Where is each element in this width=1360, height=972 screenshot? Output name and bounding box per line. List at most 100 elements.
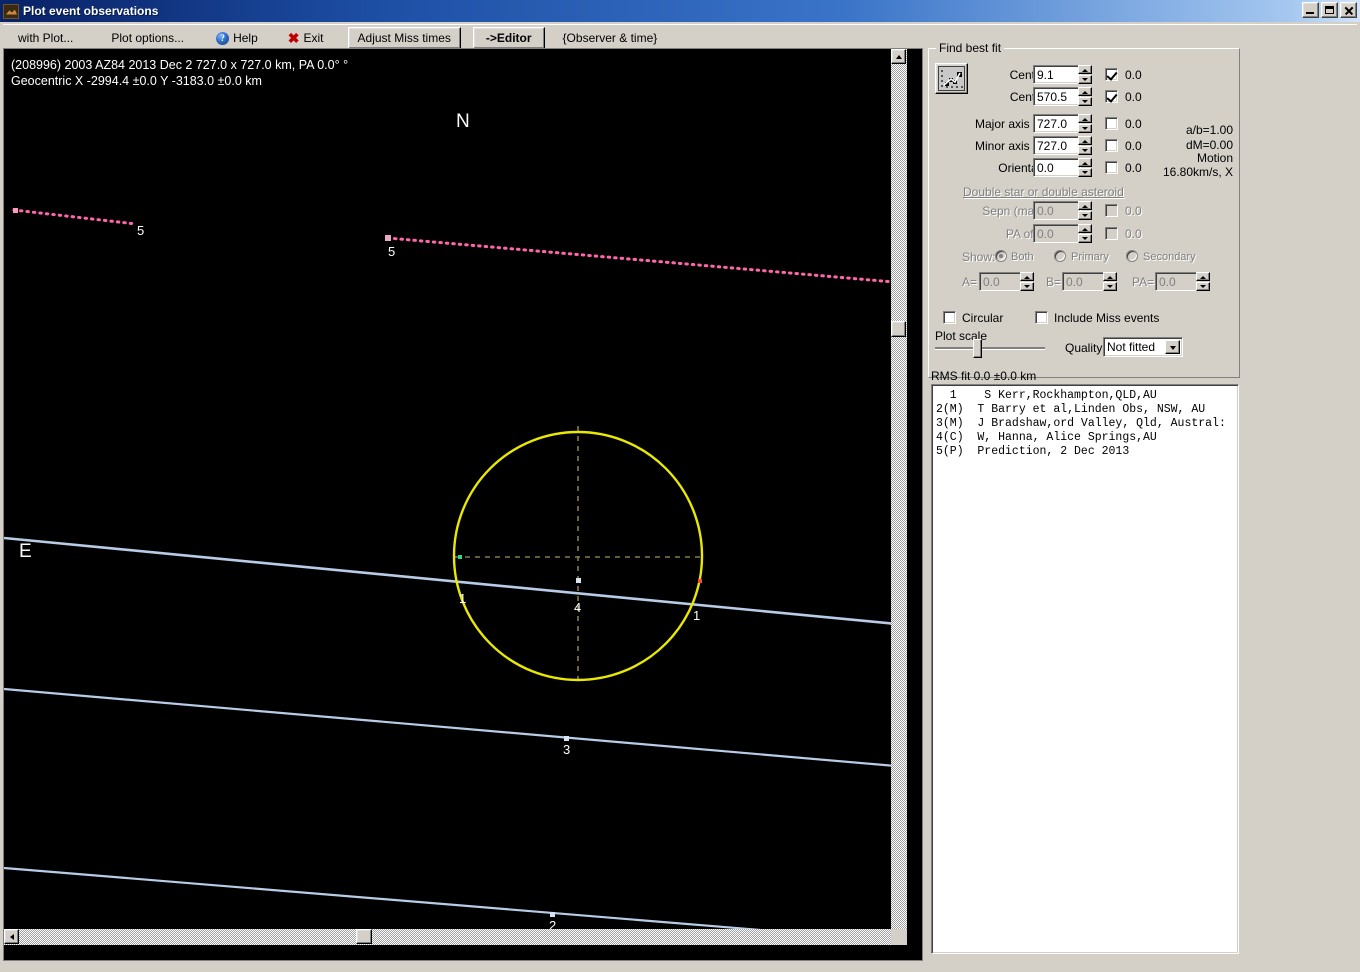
east-label: E (19, 541, 32, 562)
a-label: A= (962, 275, 978, 289)
vertical-scroll-thumb[interactable] (891, 321, 906, 337)
chord-label-3: 3 (563, 742, 570, 757)
double-star-link[interactable]: Double star or double asteroid (963, 185, 1124, 199)
major-axis-input[interactable]: 727.0 (1033, 114, 1081, 133)
show-secondary-label: Secondary (1143, 251, 1196, 263)
application-window: Plot event observations with Plot... Plo… (0, 0, 1360, 972)
center-x-spinner[interactable] (1078, 65, 1092, 84)
sepn-spinner[interactable] (1078, 201, 1092, 220)
major-axis-spinner[interactable] (1078, 114, 1092, 133)
pa-of-2nd-spinner[interactable] (1078, 224, 1092, 243)
menu-plot-options[interactable]: Plot options... (105, 27, 190, 49)
show-label: Show: (962, 250, 996, 264)
scroll-up-button[interactable] (891, 49, 906, 64)
a-spinner[interactable] (1020, 272, 1034, 291)
quality-label: Quality (1065, 341, 1103, 355)
b-value: 0.0 (1066, 274, 1083, 289)
menu-exit-label: Exit (303, 31, 324, 45)
list-item[interactable]: 5(P) Prediction, 2 Dec 2013 (936, 445, 1236, 459)
quality-select[interactable]: Not fitted (1103, 337, 1183, 357)
b-input[interactable]: 0.0 (1062, 272, 1106, 291)
chord-point-marker-2 (550, 912, 555, 917)
pa-of-2nd-checkbox[interactable] (1105, 227, 1118, 240)
scrollbar-corner (891, 929, 907, 945)
pa-value: 0.0 (1159, 274, 1176, 289)
adjust-miss-times-button[interactable]: Adjust Miss times (347, 27, 461, 49)
show-both-label: Both (1011, 251, 1034, 263)
scroll-left-button[interactable] (4, 929, 19, 944)
list-item[interactable]: 2(M) T Barry et al,Linden Obs, NSW, AU (936, 403, 1236, 417)
maximize-button[interactable] (1321, 2, 1338, 18)
center-y-spinner[interactable] (1078, 87, 1092, 106)
list-item[interactable]: 1 S Kerr,Rockhampton,QLD,AU (936, 389, 1236, 403)
chord-label-4: 4 (574, 600, 581, 615)
plot-scale-slider-thumb[interactable] (973, 339, 982, 358)
sepn-checkbox[interactable] (1105, 204, 1118, 217)
pa-label: PA= (1132, 275, 1155, 289)
list-item[interactable]: 4(C) W, Hanna, Alice Springs,AU (936, 431, 1236, 445)
axis-ratio-info: a/b=1.00 dM=0.00 (1186, 123, 1233, 153)
quality-value: Not fitted (1107, 340, 1156, 354)
minor-axis-checkbox[interactable] (1105, 139, 1118, 152)
motion-info: Motion 16.80km/s, X (1163, 151, 1233, 179)
scatter-fit-icon[interactable] (935, 63, 968, 94)
ab-ratio-value: a/b=1.00 (1185, 123, 1233, 137)
plot-panel: 1 4 1 3 2 5 5 (208996) 2003 AZ84 2013 De… (3, 48, 923, 961)
center-y-input[interactable]: 570.5 (1033, 87, 1081, 106)
close-button[interactable] (1340, 2, 1357, 18)
list-item[interactable]: 3(M) J Bradshaw,ord Valley, Qld, Austral… (936, 417, 1236, 431)
pa-spinner[interactable] (1196, 272, 1210, 291)
include-miss-events-checkbox[interactable] (1035, 311, 1048, 324)
major-axis-checkbox[interactable] (1105, 117, 1118, 130)
plot-canvas[interactable]: 1 4 1 3 2 5 5 (208996) 2003 AZ84 2013 De… (4, 49, 907, 945)
rms-fit-label: RMS fit 0.0 ±0.0 km (931, 369, 1037, 383)
plot-header: (208996) 2003 AZ84 2013 Dec 2 727.0 x 72… (11, 57, 348, 89)
minor-axis-spinner[interactable] (1078, 136, 1092, 155)
center-y-error: 0.0 (1125, 90, 1142, 104)
plot-header-line2: Geocentric X -2994.4 ±0.0 Y -3183.0 ±0.0… (11, 74, 262, 88)
motion-label: Motion (1196, 151, 1233, 165)
right-panel: Find best fit Center 9.1 0.0 Center 570.… (928, 41, 1246, 958)
menu-with-plot[interactable]: with Plot... (12, 27, 79, 49)
a-input[interactable]: 0.0 (979, 272, 1023, 291)
prediction-line-5b (386, 236, 907, 285)
help-icon: ? (216, 31, 230, 45)
sepn-value: 0.0 (1037, 203, 1054, 218)
plot-scale-slider-track[interactable] (935, 347, 1045, 349)
chevron-down-icon[interactable] (1165, 340, 1180, 354)
menu-exit[interactable]: ✖ Exit (282, 27, 330, 49)
sepn-error: 0.0 (1125, 204, 1142, 218)
center-y-checkbox[interactable] (1105, 90, 1118, 103)
menu-help[interactable]: ? Help (210, 27, 264, 49)
plot-vertical-scrollbar[interactable] (891, 49, 907, 945)
sepn-input[interactable]: 0.0 (1033, 201, 1081, 220)
horizontal-scroll-thumb[interactable] (356, 929, 372, 944)
chord-point-marker-3 (564, 736, 569, 741)
pa-of-2nd-input[interactable]: 0.0 (1033, 224, 1081, 243)
pa-of-2nd-error: 0.0 (1125, 227, 1142, 241)
editor-button[interactable]: ->Editor (472, 27, 545, 49)
observer-list[interactable]: 1 S Kerr,Rockhampton,QLD,AU 2(M) T Barry… (931, 384, 1239, 954)
minor-axis-input[interactable]: 727.0 (1033, 136, 1081, 155)
orientation-input[interactable]: 0.0 (1033, 158, 1081, 177)
include-miss-events-label: Include Miss events (1054, 311, 1160, 325)
minor-axis-error: 0.0 (1125, 139, 1142, 153)
prediction-line-5a (12, 208, 138, 226)
center-x-checkbox[interactable] (1105, 68, 1118, 81)
center-x-input[interactable]: 9.1 (1033, 65, 1081, 84)
plot-horizontal-scrollbar[interactable] (4, 929, 907, 945)
minimize-button[interactable] (1302, 2, 1319, 18)
center-y-value: 570.5 (1037, 89, 1068, 104)
circular-label: Circular (962, 311, 1004, 325)
orientation-checkbox[interactable] (1105, 161, 1118, 174)
circular-checkbox[interactable] (943, 311, 956, 324)
b-spinner[interactable] (1103, 272, 1117, 291)
app-icon (3, 3, 19, 19)
orientation-spinner[interactable] (1078, 158, 1092, 177)
show-secondary-radio[interactable] (1126, 250, 1138, 262)
center-x-value: 9.1 (1037, 67, 1054, 82)
window-controls (1302, 2, 1357, 18)
pa-input[interactable]: 0.0 (1155, 272, 1199, 291)
show-primary-radio[interactable] (1054, 250, 1066, 262)
show-both-radio[interactable] (995, 250, 1007, 262)
